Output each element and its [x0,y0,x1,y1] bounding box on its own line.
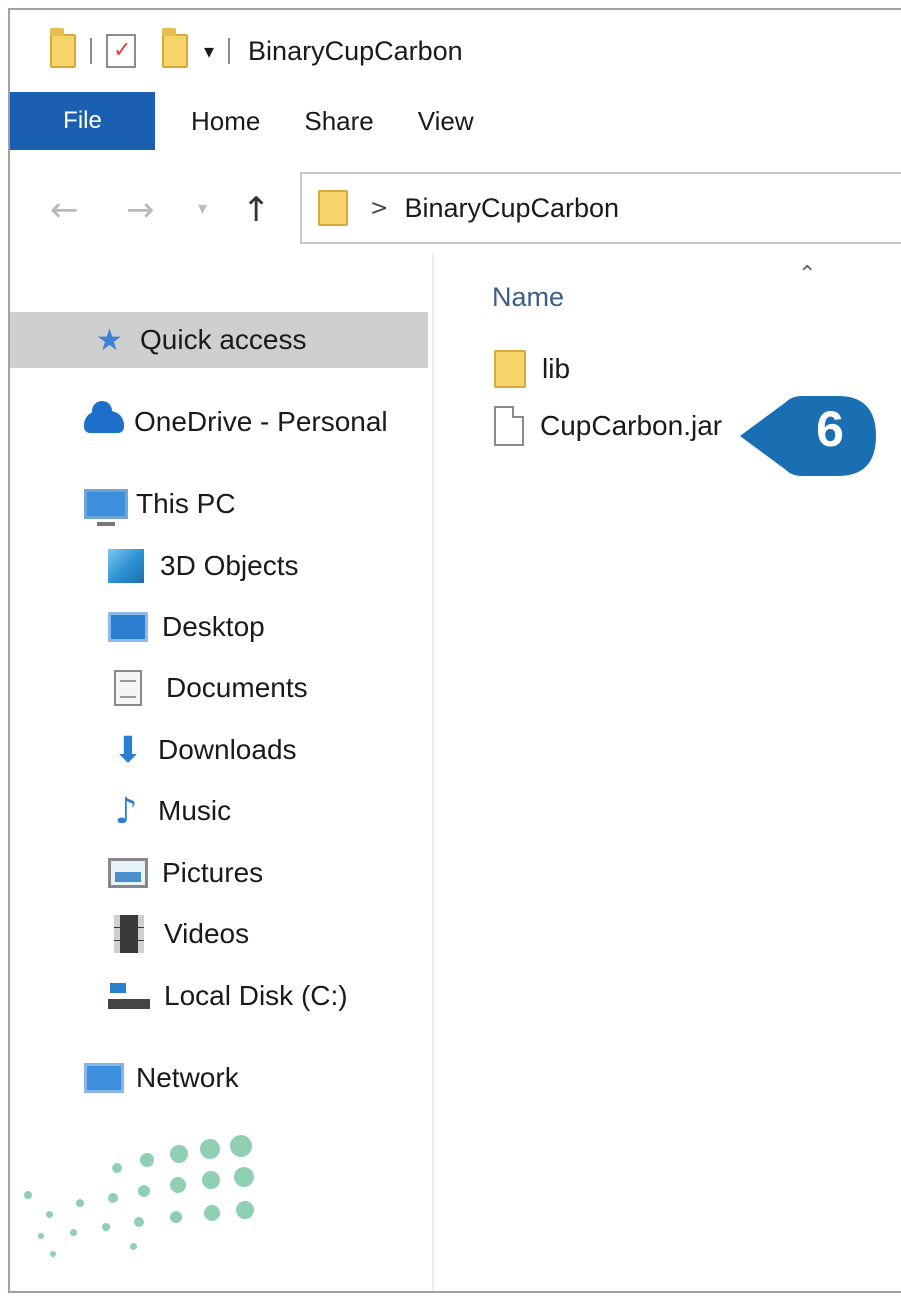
decor-dot [230,1135,252,1157]
decor-dot [112,1163,122,1173]
folder-icon [318,190,348,226]
network-icon [84,1063,124,1093]
sidebar-item-label: OneDrive - Personal [134,406,388,437]
decor-dot [138,1185,150,1197]
address-bar[interactable]: > BinaryCupCarbon [300,172,901,244]
decor-dot [24,1191,32,1199]
file-name: lib [542,353,571,384]
folder-icon [494,350,526,388]
sort-ascending-icon[interactable]: ⌃ [798,262,816,287]
title-bar: ▾ BinaryCupCarbon [10,10,901,92]
download-icon: ⬇ [112,729,144,771]
decor-dot [46,1211,53,1218]
sidebar-item-onedrive[interactable]: OneDrive - Personal [84,394,388,450]
decor-dot [50,1251,56,1257]
decor-dot [204,1205,220,1221]
callout-step-number: 6 [816,401,844,457]
tab-file[interactable]: File [10,92,155,150]
forward-arrow-icon[interactable]: → [126,190,155,230]
back-arrow-icon[interactable]: ← [50,190,79,230]
sidebar-item-3d-objects[interactable]: 3D Objects [108,538,299,594]
sidebar-item-videos[interactable]: Videos [114,906,249,962]
sidebar-item-local-disk[interactable]: Local Disk (C:) [108,968,348,1024]
sidebar-item-label: Pictures [162,857,264,888]
tab-home[interactable]: Home [191,106,260,137]
new-folder-icon[interactable] [162,28,188,68]
list-item-lib[interactable]: lib [494,350,570,388]
ribbon-tabs: File Home Share View [10,92,901,150]
decorative-dots [10,1135,270,1291]
sidebar-item-label: Downloads [158,734,297,765]
sidebar-item-label: Local Disk (C:) [164,980,348,1011]
decor-dot [108,1193,118,1203]
decor-dot [130,1243,137,1250]
video-icon [114,915,144,953]
sidebar-item-network[interactable]: Network [84,1050,239,1106]
decor-dot [200,1139,220,1159]
tab-view[interactable]: View [418,106,474,137]
sidebar-item-label: This PC [136,488,236,519]
properties-icon[interactable] [106,34,136,68]
decor-dot [202,1171,220,1189]
step-callout: 6 [740,394,880,478]
decor-dot [102,1223,110,1231]
disk-icon [108,983,150,1009]
decor-dot [76,1199,84,1207]
decor-dot [38,1233,44,1239]
decor-dot [236,1201,254,1219]
column-header-name[interactable]: Name [492,282,564,313]
cube-icon [108,549,144,583]
sidebar-item-label: Quick access [140,324,307,355]
list-item-cupcarbon-jar[interactable]: CupCarbon.jar [494,406,722,446]
computer-icon [84,489,128,526]
sidebar-item-label: Network [136,1062,239,1093]
breadcrumb-current[interactable]: BinaryCupCarbon [404,193,619,224]
cloud-icon [84,401,124,433]
music-icon: ♪ [114,790,138,832]
sidebar-item-label: Desktop [162,611,265,642]
sidebar-item-downloads[interactable]: ⬇ Downloads [108,722,297,778]
desktop-icon [108,612,148,642]
pictures-icon [108,858,148,888]
decor-dot [234,1167,254,1187]
tab-share[interactable]: Share [304,106,373,137]
sidebar-item-desktop[interactable]: Desktop [108,599,265,655]
file-name: CupCarbon.jar [540,410,723,441]
decor-dot [134,1217,144,1227]
decor-dot [170,1177,186,1193]
decor-dot [140,1153,154,1167]
toolbar-divider [90,38,92,64]
file-icon [494,406,524,446]
breadcrumb-separator[interactable]: > [370,196,388,221]
decor-dot [70,1229,77,1236]
title-divider [228,38,231,64]
sidebar-item-this-pc[interactable]: This PC [84,476,236,532]
sidebar-item-quick-access[interactable]: ★ Quick access [10,312,428,368]
recent-locations-chevron-icon[interactable]: ▾ [198,198,207,219]
navigation-row: ← → ▾ ↑ > BinaryCupCarbon [10,170,901,254]
star-icon: ★ [96,322,123,358]
up-arrow-icon[interactable]: ↑ [242,190,271,230]
sidebar-item-label: 3D Objects [160,550,299,581]
sidebar-item-label: Videos [164,918,250,949]
sidebar-item-music[interactable]: ♪ Music [108,783,232,839]
customize-toolbar-dropdown-icon[interactable]: ▾ [204,39,214,63]
sidebar-item-label: Documents [166,672,308,703]
sidebar-item-label: Music [158,795,232,826]
window-title: BinaryCupCarbon [248,35,463,66]
document-icon [114,670,142,706]
file-explorer-window: ▾ BinaryCupCarbon File Home Share View ←… [8,8,901,1293]
decor-dot [170,1145,188,1163]
folder-icon[interactable] [50,28,76,68]
sidebar-item-pictures[interactable]: Pictures [108,845,263,901]
sidebar-item-documents[interactable]: Documents [114,660,308,716]
decor-dot [170,1211,182,1223]
